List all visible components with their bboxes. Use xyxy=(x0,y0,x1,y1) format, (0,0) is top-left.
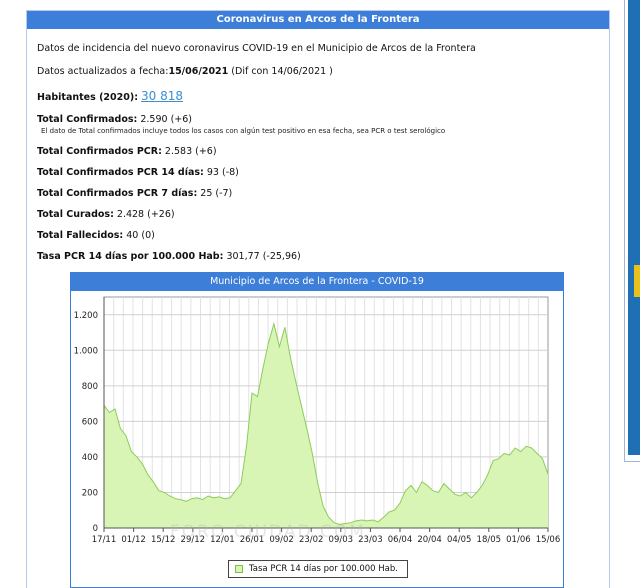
updated-date: 15/06/2021 xyxy=(168,66,229,77)
total-confirmed-note: El dato de Total confirmados incluye tod… xyxy=(41,127,446,135)
updated-label: Datos actualizados a fecha: xyxy=(37,66,169,77)
recovered-value: 2.428 (+26) xyxy=(113,209,175,220)
pcr7-line: Total Confirmados PCR 7 días: 25 (-7) xyxy=(37,188,232,199)
rate-line: Tasa PCR 14 días por 100.000 Hab: 301,77… xyxy=(37,251,301,262)
pcr-line: Total Confirmados PCR: 2.583 (+6) xyxy=(37,146,217,157)
updated-diff: (Dif con 14/06/2021 ) xyxy=(228,66,333,77)
pcr-value: 2.583 (+6) xyxy=(161,146,217,157)
legend-swatch xyxy=(235,564,243,573)
population-link[interactable]: 30 818 xyxy=(141,89,183,103)
chart-legend[interactable]: Tasa PCR 14 días por 100.000 Hab. xyxy=(228,560,408,578)
pcr7-value: 25 (-7) xyxy=(197,188,233,199)
pcr-label: Total Confirmados PCR: xyxy=(37,146,162,157)
pcr14-line: Total Confirmados PCR 14 días: 93 (-8) xyxy=(37,167,239,178)
panel-title: Coronavirus en Arcos de la Frontera xyxy=(27,11,609,29)
right-yellow-tab[interactable] xyxy=(634,265,640,297)
population-label: Habitantes (2020): xyxy=(37,92,139,103)
pcr14-label: Total Confirmados PCR 14 días: xyxy=(37,167,204,178)
deaths-value: 40 (0) xyxy=(123,230,155,241)
page: Coronavirus en Arcos de la Frontera Dato… xyxy=(0,0,640,588)
deaths-label: Total Fallecidos: xyxy=(37,230,124,241)
rate-label: Tasa PCR 14 días por 100.000 Hab: xyxy=(37,251,224,262)
rate-value: 301,77 (-25,96) xyxy=(223,251,301,262)
population-line: Habitantes (2020): 30 818 xyxy=(37,89,183,103)
total-confirmed-line: Total Confirmados: 2.590 (+6) xyxy=(37,114,192,125)
updated-line: Datos actualizados a fecha:15/06/2021 (D… xyxy=(37,66,333,77)
total-confirmed-label: Total Confirmados: xyxy=(37,114,138,125)
right-sidebar-bar xyxy=(628,0,640,455)
recovered-label: Total Curados: xyxy=(37,209,114,220)
total-confirmed-value: 2.590 (+6) xyxy=(137,114,192,125)
description-text: Datos de incidencia del nuevo coronaviru… xyxy=(37,43,476,54)
deaths-line: Total Fallecidos: 40 (0) xyxy=(37,230,155,241)
watermark-text: FORO CIUDAD.COM xyxy=(170,522,366,542)
pcr14-value: 93 (-8) xyxy=(203,167,239,178)
pcr7-label: Total Confirmados PCR 7 días: xyxy=(37,188,198,199)
chart-title: Municipio de Arcos de la Frontera - COVI… xyxy=(71,273,563,291)
recovered-line: Total Curados: 2.428 (+26) xyxy=(37,209,175,220)
legend-label: Tasa PCR 14 días por 100.000 Hab. xyxy=(249,564,398,574)
